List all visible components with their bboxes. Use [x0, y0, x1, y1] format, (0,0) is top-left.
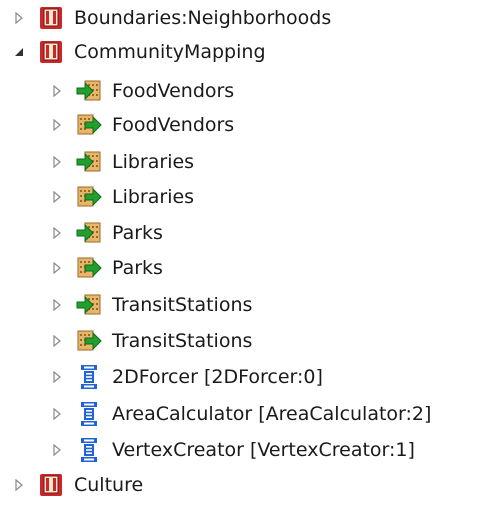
- tree-row-label: Libraries: [112, 151, 195, 173]
- tree-row[interactable]: Libraries: [0, 180, 194, 214]
- writer-arrow-icon: [76, 184, 102, 210]
- tree-row[interactable]: Culture: [0, 468, 143, 502]
- expand-arrow-icon[interactable]: [12, 11, 26, 25]
- expand-arrow-icon[interactable]: [50, 84, 64, 98]
- expand-arrow-icon[interactable]: [50, 226, 64, 240]
- expand-arrow-icon[interactable]: [50, 298, 64, 312]
- writer-arrow-icon: [76, 255, 102, 281]
- tree-row[interactable]: 2DForcer [2DForcer:0]: [0, 360, 323, 394]
- tree-row-label: Culture: [74, 474, 144, 496]
- tree-row-label: AreaCalculator [AreaCalculator:2]: [112, 403, 432, 425]
- expand-arrow-icon[interactable]: [50, 407, 64, 421]
- tree-row-label: Parks: [112, 257, 163, 279]
- expand-arrow-icon[interactable]: [50, 190, 64, 204]
- tree-row[interactable]: VertexCreator [VertexCreator:1]: [0, 433, 415, 467]
- tree-row-label: Parks: [112, 222, 163, 244]
- tree-row[interactable]: CommunityMapping: [0, 35, 266, 69]
- reader-arrow-icon: [76, 78, 102, 104]
- tree-row[interactable]: Libraries: [0, 145, 194, 179]
- folder-book-icon: [38, 39, 64, 65]
- transformer-icon: [76, 364, 102, 390]
- tree-row-label: CommunityMapping: [74, 41, 266, 63]
- expand-arrow-icon[interactable]: [50, 155, 64, 169]
- tree-row[interactable]: Parks: [0, 251, 163, 285]
- tree-row[interactable]: TransitStations: [0, 288, 252, 322]
- tree-row[interactable]: AreaCalculator [AreaCalculator:2]: [0, 397, 431, 431]
- transformer-icon: [76, 437, 102, 463]
- writer-arrow-icon: [76, 112, 102, 138]
- expand-arrow-icon[interactable]: [50, 443, 64, 457]
- expand-arrow-icon[interactable]: [12, 478, 26, 492]
- collapse-arrow-icon[interactable]: [12, 45, 26, 59]
- navigator-tree: Boundaries:Neighborhoods CommunityMappin…: [0, 0, 490, 506]
- tree-row[interactable]: FoodVendors: [0, 74, 234, 108]
- tree-row[interactable]: Boundaries:Neighborhoods: [0, 1, 331, 35]
- writer-arrow-icon: [76, 328, 102, 354]
- tree-row[interactable]: FoodVendors: [0, 108, 234, 142]
- tree-row-label: Boundaries:Neighborhoods: [74, 7, 332, 29]
- folder-book-icon: [38, 5, 64, 31]
- transformer-icon: [76, 401, 102, 427]
- folder-book-icon: [38, 472, 64, 498]
- tree-row-label: VertexCreator [VertexCreator:1]: [112, 439, 415, 461]
- tree-row-label: FoodVendors: [112, 80, 235, 102]
- tree-row-label: TransitStations: [112, 294, 253, 316]
- expand-arrow-icon[interactable]: [50, 370, 64, 384]
- tree-row[interactable]: TransitStations: [0, 324, 252, 358]
- expand-arrow-icon[interactable]: [50, 261, 64, 275]
- tree-row-label: 2DForcer [2DForcer:0]: [112, 366, 323, 388]
- tree-row-label: TransitStations: [112, 330, 253, 352]
- reader-arrow-icon: [76, 220, 102, 246]
- tree-row-label: FoodVendors: [112, 114, 235, 136]
- tree-row-label: Libraries: [112, 186, 195, 208]
- tree-row[interactable]: Parks: [0, 216, 163, 250]
- expand-arrow-icon[interactable]: [50, 334, 64, 348]
- reader-arrow-icon: [76, 149, 102, 175]
- expand-arrow-icon[interactable]: [50, 118, 64, 132]
- reader-arrow-icon: [76, 292, 102, 318]
